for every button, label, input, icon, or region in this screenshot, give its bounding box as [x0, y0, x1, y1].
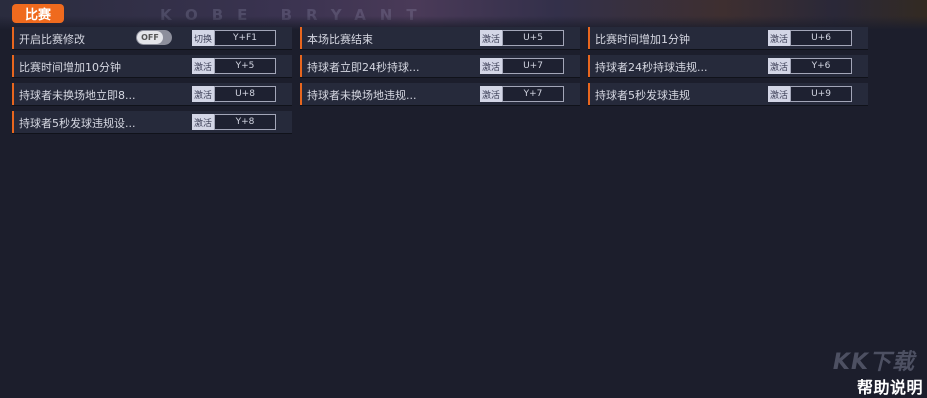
- hotkey-key[interactable]: Y+6: [790, 58, 852, 74]
- hotkey-key[interactable]: Y+5: [214, 58, 276, 74]
- hotkey-action-activate[interactable]: 激活: [480, 86, 502, 102]
- hotkey-action-activate[interactable]: 激活: [192, 114, 214, 130]
- header-banner: KOBE BRYANT: [0, 0, 927, 30]
- option-row-end-match: 本场比赛结束 激活 U+5: [300, 27, 580, 49]
- option-row-enable-match-mod: 开启比赛修改 OFF 切换 Y+F1: [12, 27, 292, 49]
- hotkey-key[interactable]: Y+8: [214, 114, 276, 130]
- toggle-state: OFF: [137, 31, 163, 44]
- option-label: 持球者5秒发球违规: [595, 89, 690, 102]
- site-watermark: KK下载: [832, 350, 915, 375]
- option-row-24s-violation: 持球者24秒持球违规... 激活 Y+6: [588, 55, 868, 77]
- option-row-backcourt-8s: 持球者未换场地立即8... 激活 U+8: [12, 83, 292, 105]
- toggle-switch[interactable]: OFF: [136, 30, 172, 45]
- option-label: 持球者未换场地违规...: [307, 89, 417, 102]
- option-row-5s-inbound-set: 持球者5秒发球违规设... 激活 Y+8: [12, 111, 292, 133]
- option-label: 持球者未换场地立即8...: [19, 89, 136, 102]
- hotkey-key[interactable]: U+9: [790, 86, 852, 102]
- option-row-24s-instant: 持球者立即24秒持球... 激活 U+7: [300, 55, 580, 77]
- hotkey-key[interactable]: Y+F1: [214, 30, 276, 46]
- hotkey-action-activate[interactable]: 激活: [192, 86, 214, 102]
- hotkey-key[interactable]: U+6: [790, 30, 852, 46]
- hotkey-action-toggle[interactable]: 切换: [192, 30, 214, 46]
- option-label: 比赛时间增加1分钟: [595, 33, 690, 46]
- option-row-5s-inbound: 持球者5秒发球违规 激活 U+9: [588, 83, 868, 105]
- hotkey-action-activate[interactable]: 激活: [768, 30, 790, 46]
- option-row-add-1-min: 比赛时间增加1分钟 激活 U+6: [588, 27, 868, 49]
- option-label: 持球者立即24秒持球...: [307, 61, 420, 74]
- option-label: 持球者5秒发球违规设...: [19, 117, 136, 130]
- section-tab-match[interactable]: 比赛: [12, 4, 64, 23]
- hotkey-action-activate[interactable]: 激活: [192, 58, 214, 74]
- hotkey-action-activate[interactable]: 激活: [768, 86, 790, 102]
- hotkey-action-activate[interactable]: 激活: [480, 30, 502, 46]
- option-label: 开启比赛修改: [19, 33, 85, 46]
- option-row-backcourt-violation: 持球者未换场地违规... 激活 Y+7: [300, 83, 580, 105]
- hotkey-action-activate[interactable]: 激活: [768, 58, 790, 74]
- option-label: 本场比赛结束: [307, 33, 373, 46]
- help-button[interactable]: 帮助说明: [857, 374, 923, 398]
- option-label: 持球者24秒持球违规...: [595, 61, 708, 74]
- hotkey-action-activate[interactable]: 激活: [480, 58, 502, 74]
- hotkey-key[interactable]: U+8: [214, 86, 276, 102]
- option-label: 比赛时间增加10分钟: [19, 61, 121, 74]
- hotkey-key[interactable]: U+7: [502, 58, 564, 74]
- option-row-add-10-min: 比赛时间增加10分钟 激活 Y+5: [12, 55, 292, 77]
- hotkey-key[interactable]: Y+7: [502, 86, 564, 102]
- hotkey-key[interactable]: U+5: [502, 30, 564, 46]
